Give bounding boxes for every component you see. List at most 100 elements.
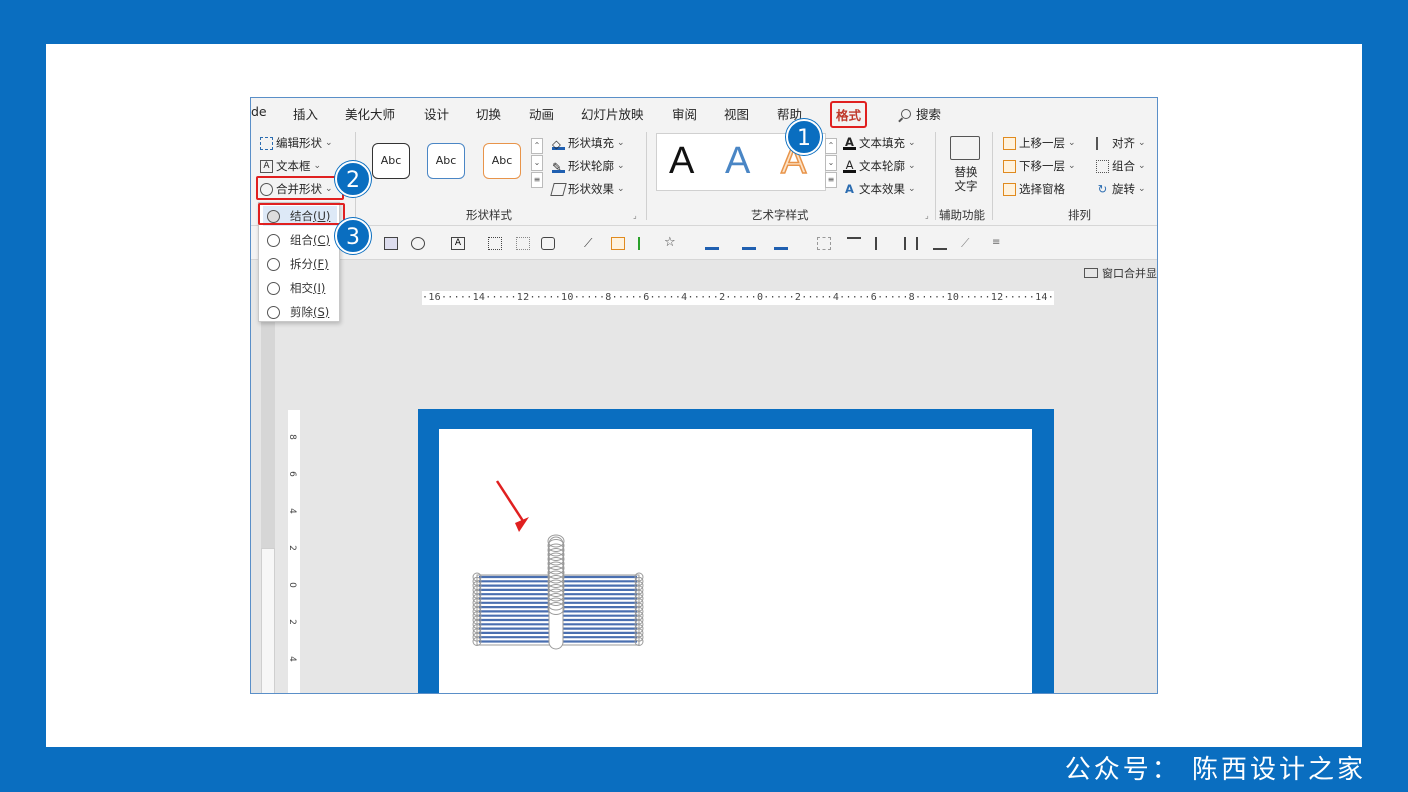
bring-forward-label: 上移一层 xyxy=(1019,136,1065,150)
shape-style-1[interactable]: Abc xyxy=(372,143,410,179)
shape-outline-button[interactable]: ✎ 形状轮廓 ⌄ xyxy=(552,158,625,174)
rotate-button[interactable]: ↻ 旋转 ⌄ xyxy=(1096,181,1146,197)
step-callout-1: 1 xyxy=(786,119,822,155)
format-painter-icon[interactable]: ⟋ xyxy=(584,237,598,250)
menu-item-label: 组合 xyxy=(290,233,313,247)
distribute-icon[interactable] xyxy=(638,237,652,250)
text-effects-icon: A xyxy=(845,181,854,196)
distribute-horizontal-icon[interactable] xyxy=(904,237,918,250)
shape-effects-label: 形状效果 xyxy=(568,182,614,196)
shape-style-3[interactable]: Abc xyxy=(483,143,521,179)
edit-shape-button[interactable]: 编辑形状 ⌄ xyxy=(260,135,333,151)
text-fill-label: 文本填充 xyxy=(859,136,905,150)
menu-item-label: 相交 xyxy=(290,281,313,295)
tab-search[interactable]: 搜索 xyxy=(901,104,941,123)
alt-text-label-2: 文字 xyxy=(954,179,978,193)
text-effects-label: 文本效果 xyxy=(859,182,905,196)
menu-item-intersect[interactable]: 相交(I) xyxy=(263,278,337,298)
chevron-down-icon: ⌄ xyxy=(908,161,916,171)
star-icon[interactable]: ☆ xyxy=(664,236,678,250)
merge-window-button[interactable]: 窗口合并显 xyxy=(1084,265,1157,281)
align-center-icon[interactable] xyxy=(875,237,889,250)
ungroup-icon[interactable] xyxy=(516,237,530,250)
chevron-down-icon: ⌄ xyxy=(617,138,625,148)
chevron-down-icon: ⌄ xyxy=(617,161,625,171)
send-backward-button[interactable]: 下移一层 ⌄ xyxy=(1003,158,1076,174)
customize-toolbar-icon[interactable]: ≡ xyxy=(992,237,1006,250)
wordart-up-button[interactable]: ⌃ xyxy=(825,138,837,154)
brush-icon[interactable]: ⟋ xyxy=(961,237,975,250)
selection-icon[interactable] xyxy=(611,237,625,250)
text-box-button[interactable]: A 文本框 ⌄ xyxy=(260,158,321,174)
shape-styles-group-label: 形状样式 xyxy=(466,208,512,222)
search-label: 搜索 xyxy=(916,107,942,122)
ribbon-tabs: de 插入 美化大师 设计 切换 动画 幻灯片放映 审阅 视图 帮助 格式 搜索 xyxy=(251,98,1157,128)
align-icon xyxy=(1096,136,1109,150)
tab-animations[interactable]: 动画 xyxy=(529,104,554,123)
tab-view[interactable]: 视图 xyxy=(724,104,749,123)
tab-beautify[interactable]: 美化大师 xyxy=(345,104,395,123)
shape-effects-button[interactable]: 形状效果 ⌄ xyxy=(550,181,625,197)
tab-format[interactable]: 格式 xyxy=(830,101,868,128)
text-fill-button[interactable]: A 文本填充 ⌄ xyxy=(843,135,916,151)
rectangle-icon[interactable] xyxy=(384,237,398,250)
shortcut-key: (C) xyxy=(313,233,331,247)
group-divider xyxy=(646,132,647,220)
merge-icon[interactable] xyxy=(411,237,425,250)
tab-slideshow[interactable]: 幻灯片放映 xyxy=(581,104,644,123)
selection-pane-button[interactable]: 选择窗格 xyxy=(1003,181,1065,197)
shape-fill-button[interactable]: ◇ 形状填充 ⌄ xyxy=(552,135,625,151)
vertical-ring-shape[interactable] xyxy=(547,534,565,650)
alt-text-button[interactable]: 替换 文字 xyxy=(950,165,982,193)
shape-outline-label: 形状轮廓 xyxy=(568,159,614,173)
ruler-number: 0 xyxy=(286,582,297,588)
intersect-icon xyxy=(267,281,280,295)
gallery-up-button[interactable]: ⌃ xyxy=(531,138,543,154)
alt-text-label-1: 替换 xyxy=(954,165,978,179)
shape-style-2[interactable]: Abc xyxy=(427,143,465,179)
menu-item-fragment[interactable]: 拆分(F) xyxy=(263,254,337,274)
ribbon-format: 编辑形状 ⌄ A 文本框 ⌄ 合并形状 ⌄ Abc Abc Abc ⌃ ⌄ ≡ … xyxy=(251,128,1157,226)
gallery-more-button[interactable]: ≡ xyxy=(531,172,543,188)
bring-forward-button[interactable]: 上移一层 ⌄ xyxy=(1003,135,1076,151)
tab-transitions[interactable]: 切换 xyxy=(476,104,501,123)
highlight-union xyxy=(258,203,345,225)
wordart-style-blue[interactable]: A xyxy=(725,140,750,183)
rotate-icon: ↻ xyxy=(1097,181,1108,196)
wordart-more-button[interactable]: ≡ xyxy=(825,172,837,188)
wordart-style-black[interactable]: A xyxy=(669,140,694,183)
fill-color-icon[interactable] xyxy=(705,237,719,250)
chevron-down-icon: ⌄ xyxy=(325,138,333,148)
group-icon[interactable] xyxy=(488,237,502,250)
bring-forward-icon xyxy=(1003,136,1016,150)
slide-canvas[interactable] xyxy=(418,409,1054,693)
text-effects-button[interactable]: A 文本效果 ⌄ xyxy=(843,181,916,197)
chevron-down-icon: ⌄ xyxy=(908,184,916,194)
wordart-down-button[interactable]: ⌄ xyxy=(825,155,837,171)
edit-points-icon[interactable] xyxy=(817,237,831,250)
align-bottom-icon[interactable] xyxy=(933,237,947,250)
tab-review[interactable]: 审阅 xyxy=(672,104,697,123)
shape-icon[interactable] xyxy=(541,237,555,250)
text-box-icon[interactable]: A xyxy=(451,237,465,250)
chevron-down-icon: ⌄ xyxy=(1138,138,1146,148)
align-button[interactable]: 对齐 ⌄ xyxy=(1096,135,1146,151)
gallery-down-button[interactable]: ⌄ xyxy=(531,155,543,171)
menu-item-combine[interactable]: 组合(C) xyxy=(263,230,337,250)
dialog-launcher-icon[interactable]: ⌟ xyxy=(925,211,929,220)
text-outline-button[interactable]: A 文本轮廓 ⌄ xyxy=(843,158,916,174)
effect-color-icon[interactable] xyxy=(774,237,788,250)
vertical-scroll-thumb[interactable] xyxy=(261,548,275,693)
tab-partial[interactable]: de xyxy=(251,104,267,119)
dialog-launcher-icon[interactable]: ⌟ xyxy=(633,211,637,220)
text-box-label: 文本框 xyxy=(276,159,311,173)
vertical-ruler: 8 6 4 2 0 2 4 xyxy=(286,410,300,693)
slide-content-area[interactable] xyxy=(439,429,1032,693)
align-top-icon[interactable] xyxy=(847,237,861,250)
menu-item-subtract[interactable]: 剪除(S) xyxy=(263,302,337,322)
subtract-icon xyxy=(267,305,280,319)
tab-design[interactable]: 设计 xyxy=(424,104,449,123)
group-button[interactable]: 组合 ⌄ xyxy=(1096,158,1146,174)
tab-insert[interactable]: 插入 xyxy=(293,104,318,123)
outline-color-icon[interactable] xyxy=(742,237,756,250)
